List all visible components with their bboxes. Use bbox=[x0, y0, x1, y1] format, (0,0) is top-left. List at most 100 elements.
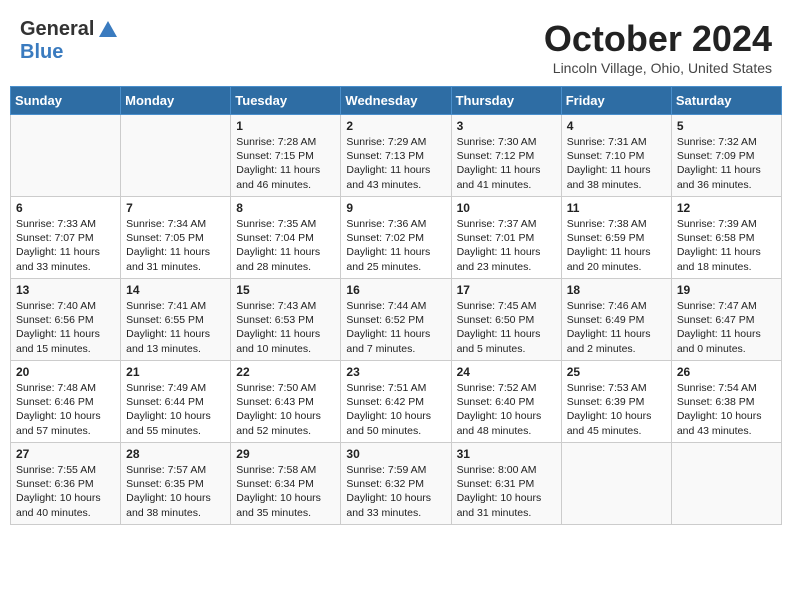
logo-general: General bbox=[20, 18, 94, 41]
calendar-cell: 25Sunrise: 7:53 AM Sunset: 6:39 PM Dayli… bbox=[561, 361, 671, 443]
location: Lincoln Village, Ohio, United States bbox=[544, 60, 772, 76]
calendar-cell: 30 Sunrise: 7:59 AM Sunset: 6:32 PM Dayli… bbox=[341, 443, 451, 525]
day-number: 26 bbox=[677, 365, 776, 379]
calendar-cell: 5Sunrise: 7:32 AM Sunset: 7:09 PM Daylig… bbox=[671, 115, 781, 197]
day-number: 6 bbox=[16, 201, 115, 215]
day-number: 14 bbox=[126, 283, 225, 297]
day-number: 16 bbox=[346, 283, 445, 297]
calendar-cell: 16 Sunrise: 7:44 AM Sunset: 6:52 PM Dayli… bbox=[341, 279, 451, 361]
day-number: 21 bbox=[126, 365, 225, 379]
calendar-cell: 29 Sunrise: 7:58 AM Sunset: 6:34 PM Dayli… bbox=[231, 443, 341, 525]
day-number: 30 bbox=[346, 447, 445, 461]
weekday-header-row: SundayMondayTuesdayWednesdayThursdayFrid… bbox=[11, 87, 782, 115]
cell-info: Sunrise: 7:36 AM Sunset: 7:02 PM Dayligh… bbox=[346, 217, 445, 274]
week-row-2: 6Sunrise: 7:33 AM Sunset: 7:07 PM Daylig… bbox=[11, 197, 782, 279]
cell-info: Sunrise: 7:30 AM Sunset: 7:12 PM Dayligh… bbox=[457, 135, 556, 192]
cell-info: Sunrise: 7:59 AM Sunset: 6:32 PM Dayligh… bbox=[346, 463, 445, 520]
week-row-5: 27 Sunrise: 7:55 AM Sunset: 6:36 PM Dayli… bbox=[11, 443, 782, 525]
calendar-cell: 10 Sunrise: 7:37 AM Sunset: 7:01 PM Dayli… bbox=[451, 197, 561, 279]
calendar-cell bbox=[671, 443, 781, 525]
calendar-cell: 7 Sunrise: 7:34 AM Sunset: 7:05 PM Daylig… bbox=[121, 197, 231, 279]
calendar-cell: 18Sunrise: 7:46 AM Sunset: 6:49 PM Dayli… bbox=[561, 279, 671, 361]
day-number: 15 bbox=[236, 283, 335, 297]
cell-info: Sunrise: 7:35 AM Sunset: 7:04 PM Dayligh… bbox=[236, 217, 335, 274]
calendar-cell bbox=[561, 443, 671, 525]
day-number: 23 bbox=[346, 365, 445, 379]
cell-info: Sunrise: 7:49 AM Sunset: 6:44 PM Dayligh… bbox=[126, 381, 225, 438]
weekday-header-sunday: Sunday bbox=[11, 87, 121, 115]
calendar-cell: 11 Sunrise: 7:38 AM Sunset: 6:59 PM Dayli… bbox=[561, 197, 671, 279]
cell-info: Sunrise: 7:34 AM Sunset: 7:05 PM Dayligh… bbox=[126, 217, 225, 274]
cell-info: Sunrise: 7:52 AM Sunset: 6:40 PM Dayligh… bbox=[457, 381, 556, 438]
cell-info: Sunrise: 7:50 AM Sunset: 6:43 PM Dayligh… bbox=[236, 381, 335, 438]
day-number: 17 bbox=[457, 283, 556, 297]
day-number: 9 bbox=[346, 201, 445, 215]
calendar-cell: 28Sunrise: 7:57 AM Sunset: 6:35 PM Dayli… bbox=[121, 443, 231, 525]
calendar-wrap: SundayMondayTuesdayWednesdayThursdayFrid… bbox=[0, 86, 792, 535]
calendar-cell: 9 Sunrise: 7:36 AM Sunset: 7:02 PM Daylig… bbox=[341, 197, 451, 279]
weekday-header-friday: Friday bbox=[561, 87, 671, 115]
calendar-cell: 23 Sunrise: 7:51 AM Sunset: 6:42 PM Dayli… bbox=[341, 361, 451, 443]
week-row-1: 1 Sunrise: 7:28 AM Sunset: 7:15 PM Daylig… bbox=[11, 115, 782, 197]
calendar-cell: 4Sunrise: 7:31 AM Sunset: 7:10 PM Daylig… bbox=[561, 115, 671, 197]
cell-info: Sunrise: 7:28 AM Sunset: 7:15 PM Dayligh… bbox=[236, 135, 335, 192]
day-number: 5 bbox=[677, 119, 776, 133]
calendar-cell: 6Sunrise: 7:33 AM Sunset: 7:07 PM Daylig… bbox=[11, 197, 121, 279]
day-number: 24 bbox=[457, 365, 556, 379]
day-number: 27 bbox=[16, 447, 115, 461]
calendar-cell: 3Sunrise: 7:30 AM Sunset: 7:12 PM Daylig… bbox=[451, 115, 561, 197]
cell-info: Sunrise: 7:31 AM Sunset: 7:10 PM Dayligh… bbox=[567, 135, 666, 192]
day-number: 11 bbox=[567, 201, 666, 215]
cell-info: Sunrise: 7:41 AM Sunset: 6:55 PM Dayligh… bbox=[126, 299, 225, 356]
calendar-table: SundayMondayTuesdayWednesdayThursdayFrid… bbox=[10, 86, 782, 525]
day-number: 2 bbox=[346, 119, 445, 133]
calendar-cell: 1 Sunrise: 7:28 AM Sunset: 7:15 PM Daylig… bbox=[231, 115, 341, 197]
title-area: October 2024 Lincoln Village, Ohio, Unit… bbox=[544, 18, 772, 76]
cell-info: Sunrise: 7:48 AM Sunset: 6:46 PM Dayligh… bbox=[16, 381, 115, 438]
cell-info: Sunrise: 7:58 AM Sunset: 6:34 PM Dayligh… bbox=[236, 463, 335, 520]
cell-info: Sunrise: 7:57 AM Sunset: 6:35 PM Dayligh… bbox=[126, 463, 225, 520]
calendar-cell: 21 Sunrise: 7:49 AM Sunset: 6:44 PM Dayli… bbox=[121, 361, 231, 443]
calendar-cell: 15Sunrise: 7:43 AM Sunset: 6:53 PM Dayli… bbox=[231, 279, 341, 361]
day-number: 13 bbox=[16, 283, 115, 297]
cell-info: Sunrise: 7:29 AM Sunset: 7:13 PM Dayligh… bbox=[346, 135, 445, 192]
cell-info: Sunrise: 7:53 AM Sunset: 6:39 PM Dayligh… bbox=[567, 381, 666, 438]
logo-icon bbox=[97, 19, 119, 41]
calendar-cell: 8 Sunrise: 7:35 AM Sunset: 7:04 PM Daylig… bbox=[231, 197, 341, 279]
logo-blue: Blue bbox=[20, 41, 63, 63]
day-number: 7 bbox=[126, 201, 225, 215]
weekday-header-tuesday: Tuesday bbox=[231, 87, 341, 115]
cell-info: Sunrise: 8:00 AM Sunset: 6:31 PM Dayligh… bbox=[457, 463, 556, 520]
calendar-cell: 26 Sunrise: 7:54 AM Sunset: 6:38 PM Dayli… bbox=[671, 361, 781, 443]
day-number: 18 bbox=[567, 283, 666, 297]
day-number: 29 bbox=[236, 447, 335, 461]
cell-info: Sunrise: 7:40 AM Sunset: 6:56 PM Dayligh… bbox=[16, 299, 115, 356]
week-row-3: 13 Sunrise: 7:40 AM Sunset: 6:56 PM Dayli… bbox=[11, 279, 782, 361]
cell-info: Sunrise: 7:44 AM Sunset: 6:52 PM Dayligh… bbox=[346, 299, 445, 356]
weekday-header-thursday: Thursday bbox=[451, 87, 561, 115]
calendar-cell bbox=[121, 115, 231, 197]
cell-info: Sunrise: 7:37 AM Sunset: 7:01 PM Dayligh… bbox=[457, 217, 556, 274]
weekday-header-wednesday: Wednesday bbox=[341, 87, 451, 115]
week-row-4: 20 Sunrise: 7:48 AM Sunset: 6:46 PM Dayli… bbox=[11, 361, 782, 443]
day-number: 12 bbox=[677, 201, 776, 215]
calendar-cell: 22Sunrise: 7:50 AM Sunset: 6:43 PM Dayli… bbox=[231, 361, 341, 443]
calendar-cell: 2 Sunrise: 7:29 AM Sunset: 7:13 PM Daylig… bbox=[341, 115, 451, 197]
day-number: 8 bbox=[236, 201, 335, 215]
calendar-cell: 24 Sunrise: 7:52 AM Sunset: 6:40 PM Dayli… bbox=[451, 361, 561, 443]
day-number: 20 bbox=[16, 365, 115, 379]
day-number: 19 bbox=[677, 283, 776, 297]
page-header: General Blue October 2024 Lincoln Villag… bbox=[0, 0, 792, 86]
day-number: 10 bbox=[457, 201, 556, 215]
calendar-cell: 17 Sunrise: 7:45 AM Sunset: 6:50 PM Dayli… bbox=[451, 279, 561, 361]
calendar-cell: 19Sunrise: 7:47 AM Sunset: 6:47 PM Dayli… bbox=[671, 279, 781, 361]
calendar-cell: 27 Sunrise: 7:55 AM Sunset: 6:36 PM Dayli… bbox=[11, 443, 121, 525]
calendar-cell: 31Sunrise: 8:00 AM Sunset: 6:31 PM Dayli… bbox=[451, 443, 561, 525]
cell-info: Sunrise: 7:55 AM Sunset: 6:36 PM Dayligh… bbox=[16, 463, 115, 520]
cell-info: Sunrise: 7:39 AM Sunset: 6:58 PM Dayligh… bbox=[677, 217, 776, 274]
cell-info: Sunrise: 7:38 AM Sunset: 6:59 PM Dayligh… bbox=[567, 217, 666, 274]
cell-info: Sunrise: 7:51 AM Sunset: 6:42 PM Dayligh… bbox=[346, 381, 445, 438]
cell-info: Sunrise: 7:54 AM Sunset: 6:38 PM Dayligh… bbox=[677, 381, 776, 438]
cell-info: Sunrise: 7:45 AM Sunset: 6:50 PM Dayligh… bbox=[457, 299, 556, 356]
day-number: 1 bbox=[236, 119, 335, 133]
